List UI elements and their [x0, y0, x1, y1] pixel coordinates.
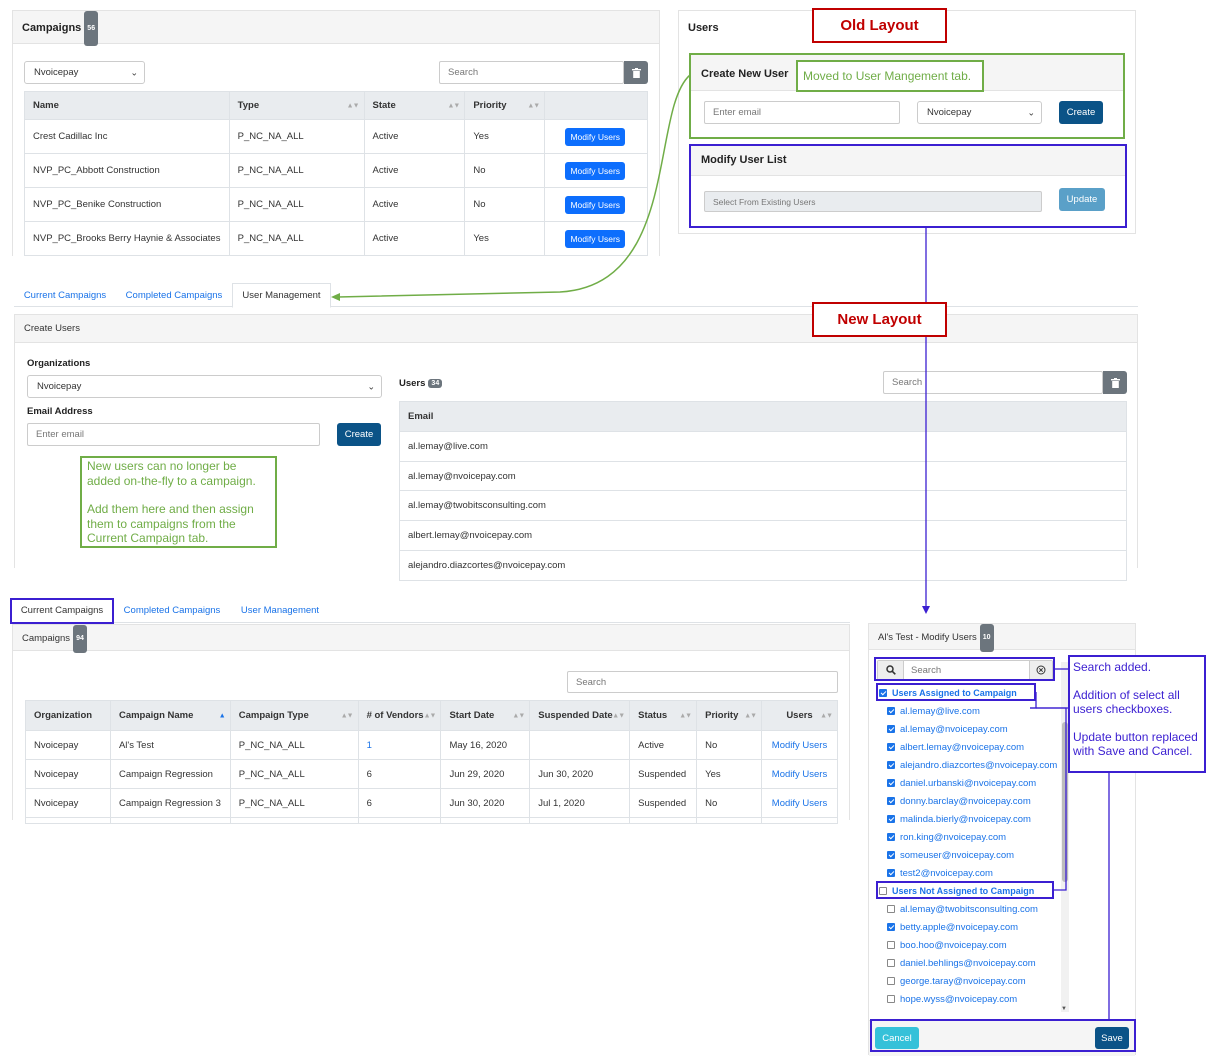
connector-lines — [331, 74, 1110, 1019]
